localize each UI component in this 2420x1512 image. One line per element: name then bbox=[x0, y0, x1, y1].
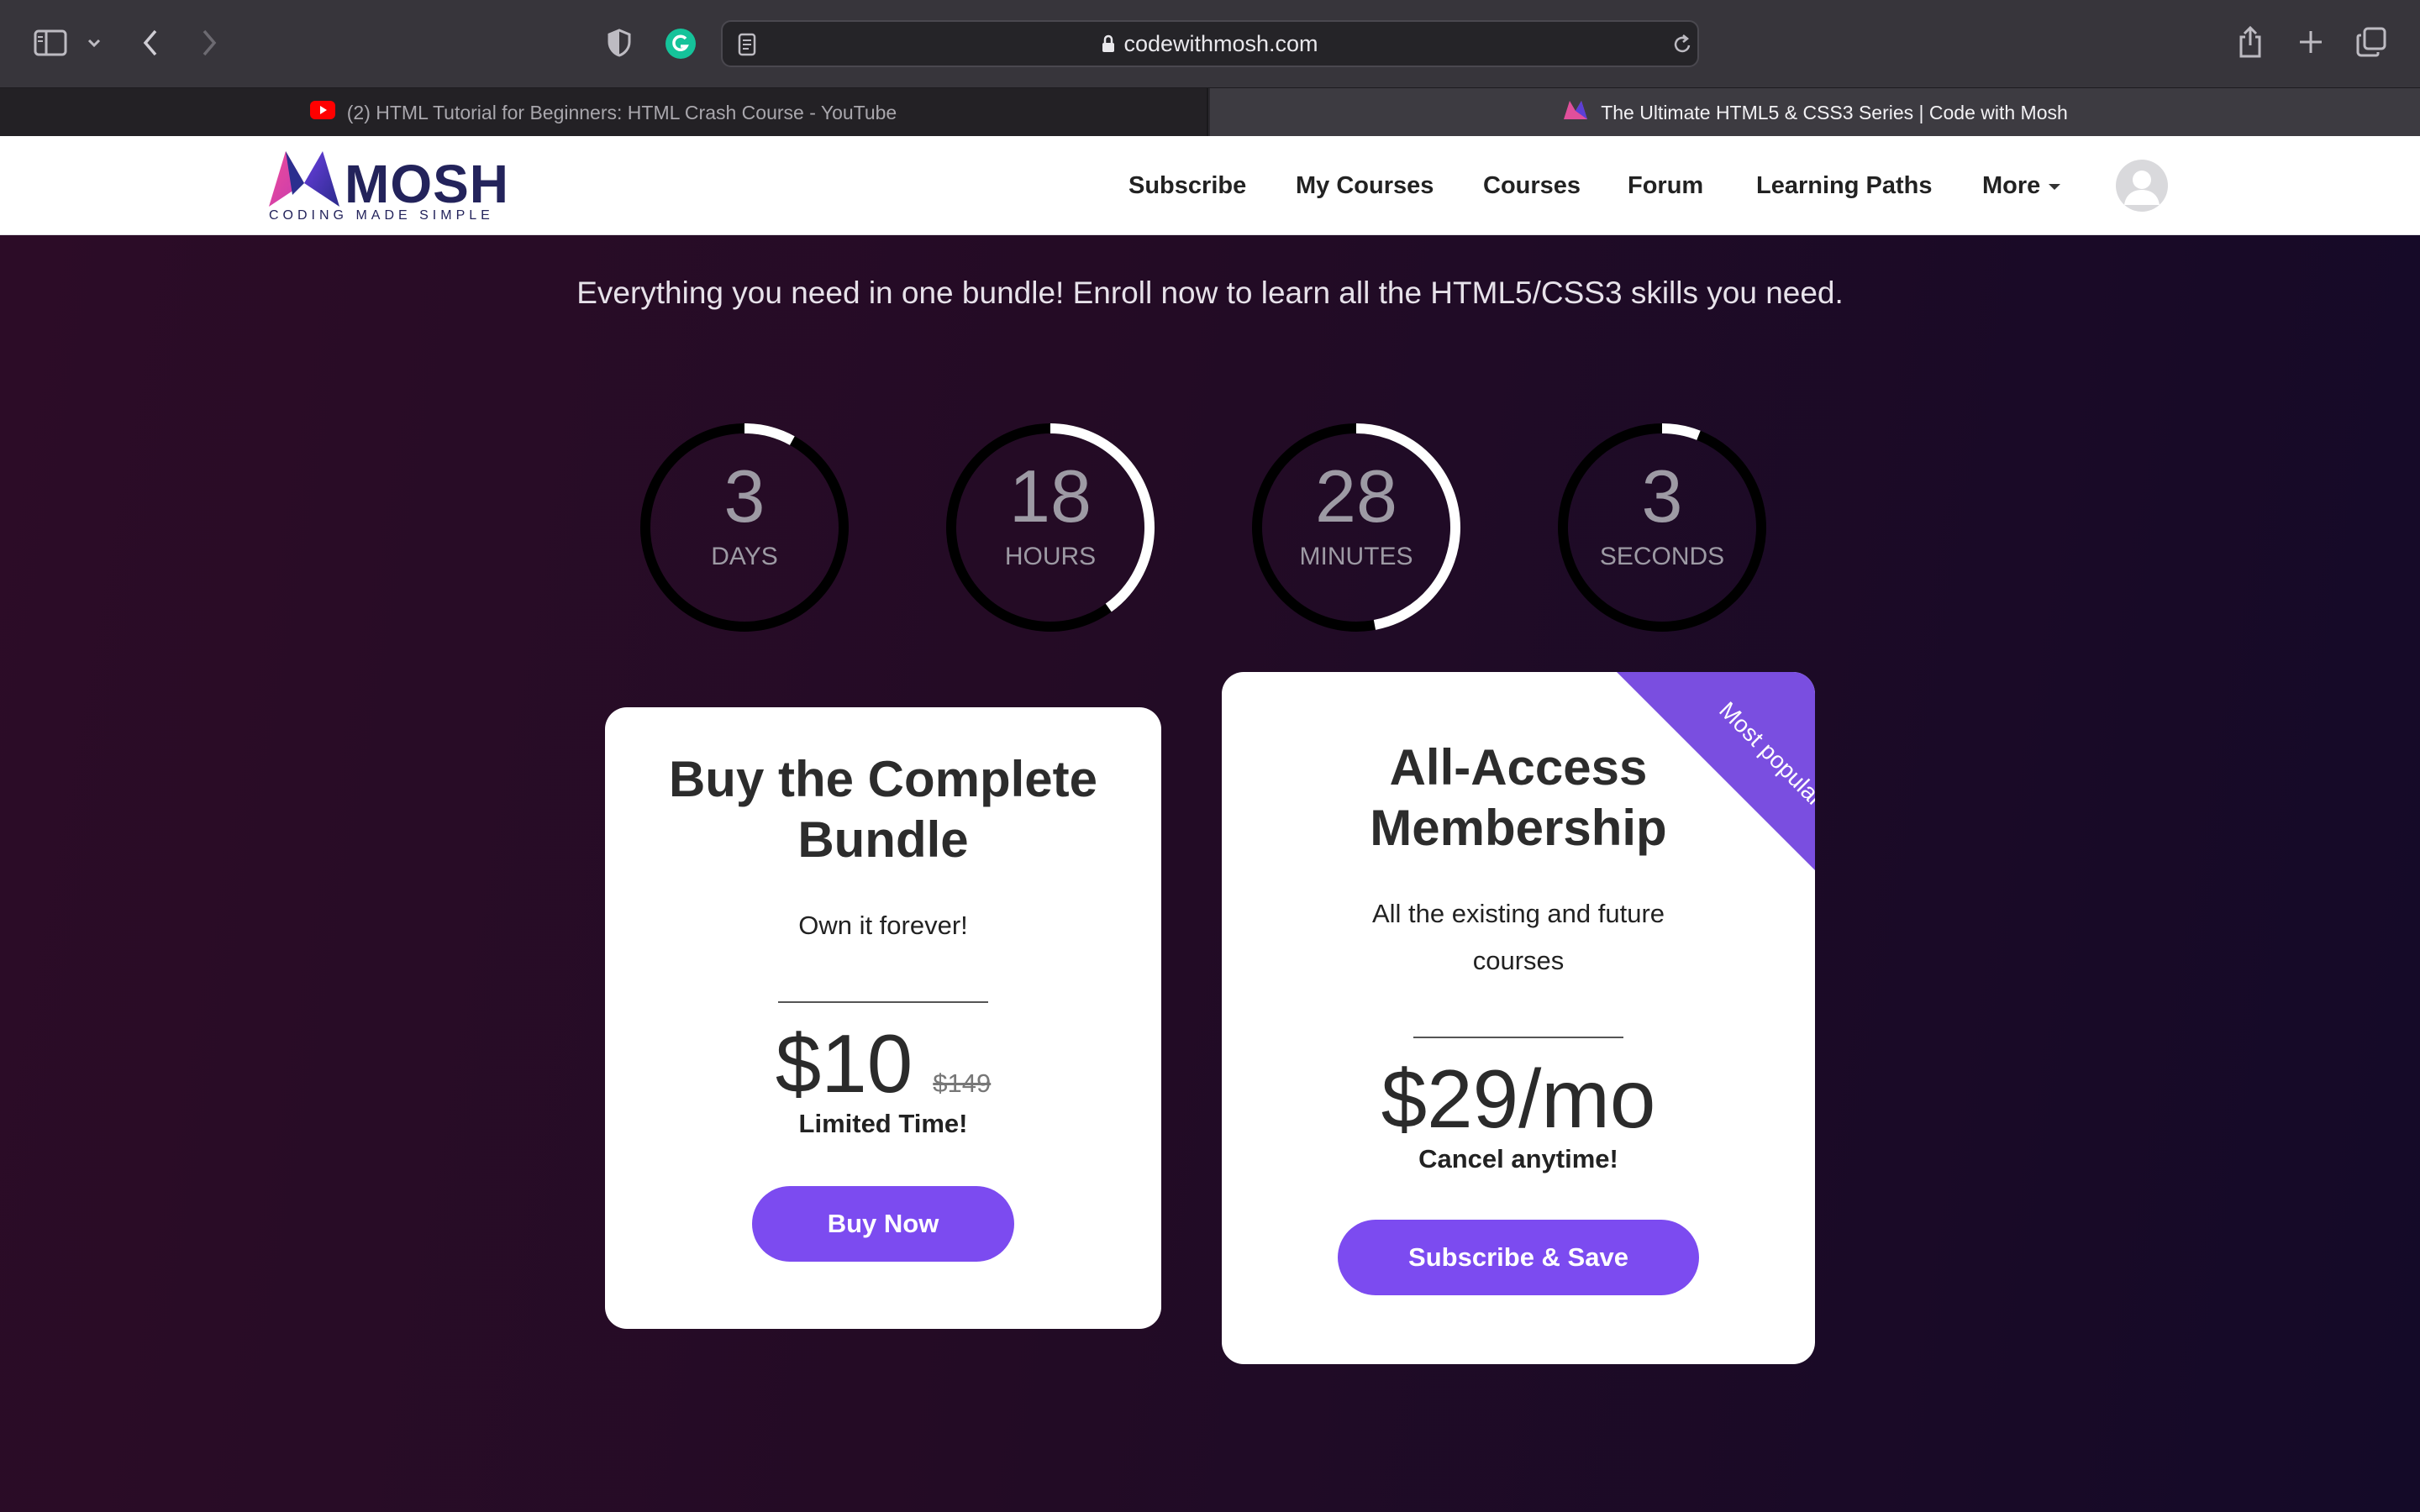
pricing-card-bundle: Buy the Complete Bundle Own it forever! … bbox=[605, 707, 1161, 1329]
countdown-days-label: DAYS bbox=[711, 543, 778, 570]
membership-subtitle: All the existing and future courses bbox=[1371, 899, 1665, 975]
nav-learning-paths[interactable]: Learning Paths bbox=[1756, 136, 1933, 235]
countdown-days-value: 3 bbox=[723, 454, 765, 538]
countdown-seconds-value: 3 bbox=[1641, 454, 1683, 538]
divider bbox=[1413, 1037, 1623, 1038]
membership-price: $29/mo bbox=[1381, 1053, 1656, 1145]
hero-subtitle: Everything you need in one bundle! Enrol… bbox=[576, 276, 1844, 310]
membership-price-note: Cancel anytime! bbox=[1418, 1144, 1618, 1173]
countdown-seconds: 3 SECONDS bbox=[1553, 418, 1771, 637]
nav-subscribe[interactable]: Subscribe bbox=[1128, 136, 1246, 235]
countdown-hours: 18 HOURS bbox=[941, 418, 1160, 637]
tab-youtube[interactable]: (2) HTML Tutorial for Beginners: HTML Cr… bbox=[0, 88, 1208, 137]
bundle-price-current: $10 bbox=[775, 1017, 913, 1110]
nav-courses[interactable]: Courses bbox=[1483, 136, 1581, 235]
countdown-hours-value: 18 bbox=[1009, 454, 1092, 538]
tab-title: (2) HTML Tutorial for Beginners: HTML Cr… bbox=[346, 101, 897, 123]
reload-icon[interactable] bbox=[1670, 32, 1694, 57]
back-arrow-icon[interactable] bbox=[138, 25, 163, 60]
mosh-favicon-icon bbox=[1562, 99, 1589, 126]
nav-forum[interactable]: Forum bbox=[1628, 136, 1703, 235]
grammarly-icon[interactable] bbox=[664, 27, 697, 60]
chevron-down-icon[interactable] bbox=[84, 32, 104, 54]
hero-section: Everything you need in one bundle! Enrol… bbox=[0, 235, 2420, 1512]
buy-now-button[interactable]: Buy Now bbox=[752, 1186, 1014, 1262]
user-avatar-icon bbox=[2124, 171, 2160, 205]
bundle-price-note: Limited Time! bbox=[798, 1109, 968, 1138]
bundle-title: Buy the Complete Bundle bbox=[668, 751, 1098, 868]
membership-title: All-Access Membership bbox=[1370, 739, 1667, 856]
user-avatar[interactable] bbox=[2116, 160, 2168, 212]
nav-more[interactable]: More bbox=[1982, 136, 2061, 235]
url-text: codewithmosh.com bbox=[1123, 31, 1318, 56]
new-tab-plus-icon[interactable] bbox=[2296, 27, 2326, 57]
lock-icon bbox=[1102, 24, 1115, 67]
nav-more-label: More bbox=[1982, 172, 2041, 199]
divider bbox=[778, 1001, 988, 1003]
nav-my-courses[interactable]: My Courses bbox=[1296, 136, 1434, 235]
sidebar-toggle-icon[interactable] bbox=[32, 25, 69, 60]
tab-title: The Ultimate HTML5 & CSS3 Series | Code … bbox=[1601, 101, 2068, 123]
countdown-minutes: 28 MINUTES bbox=[1247, 418, 1465, 637]
countdown-seconds-label: SECONDS bbox=[1599, 543, 1725, 570]
countdown-days: 3 DAYS bbox=[635, 418, 854, 637]
browser-toolbar: codewithmosh.com bbox=[0, 0, 2420, 87]
subscribe-save-button[interactable]: Subscribe & Save bbox=[1338, 1220, 1699, 1295]
youtube-icon bbox=[309, 101, 335, 124]
share-icon[interactable] bbox=[2235, 24, 2265, 60]
bundle-price: $10 $149 bbox=[605, 1016, 1161, 1111]
privacy-shield-icon[interactable] bbox=[605, 27, 634, 59]
caret-down-icon bbox=[2049, 183, 2061, 190]
countdown-minutes-label: MINUTES bbox=[1299, 543, 1413, 570]
bundle-subtitle: Own it forever! bbox=[798, 911, 968, 940]
pricing-card-membership: Most popular All-Access Membership All t… bbox=[1222, 672, 1815, 1364]
countdown-hours-label: HOURS bbox=[1004, 543, 1097, 570]
main-nav: Subscribe My Courses Courses Forum Learn… bbox=[0, 136, 2420, 235]
tab-strip: (2) HTML Tutorial for Beginners: HTML Cr… bbox=[0, 87, 2420, 137]
tab-overview-icon[interactable] bbox=[2354, 25, 2388, 59]
countdown-minutes-value: 28 bbox=[1315, 454, 1397, 538]
tab-codewithmosh[interactable]: The Ultimate HTML5 & CSS3 Series | Code … bbox=[1210, 88, 2420, 137]
address-bar[interactable]: codewithmosh.com bbox=[721, 20, 1699, 67]
bundle-price-original: $149 bbox=[933, 1068, 992, 1098]
forward-arrow-icon[interactable] bbox=[197, 25, 222, 60]
site-header: MOSH CODING MADE SIMPLE Subscribe My Cou… bbox=[0, 136, 2420, 235]
